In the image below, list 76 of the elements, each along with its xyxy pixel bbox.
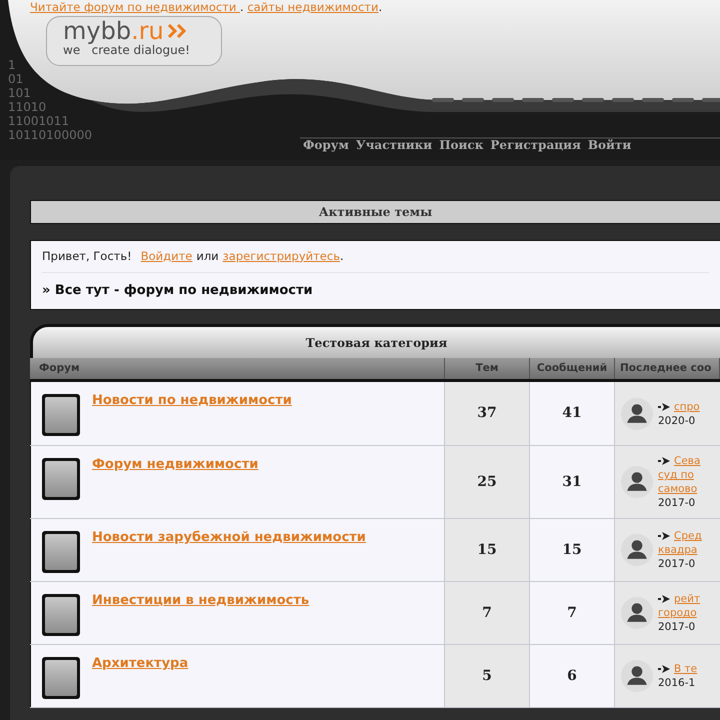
link-end: .: [378, 0, 382, 14]
greeting-text: Привет, Гость!: [42, 248, 132, 265]
column-header: Последнее соо: [615, 358, 720, 379]
topics-count: 37: [445, 382, 530, 445]
nav-link[interactable]: Участники: [356, 136, 432, 154]
or-text: или: [196, 248, 219, 265]
forum-status-icon: [42, 594, 80, 636]
period-text: .: [340, 248, 344, 265]
topics-count: 7: [445, 582, 530, 644]
logo-name: mybb: [63, 19, 132, 43]
binary-text: 10110100000: [8, 128, 92, 142]
topics-count: 5: [445, 645, 530, 707]
topics-count: 15: [445, 519, 530, 581]
column-header: Тем: [445, 358, 530, 379]
forum-status-icon: [42, 531, 80, 573]
logo-accent: .ru: [131, 19, 164, 43]
column-header: Форум: [30, 358, 445, 379]
last-post-link[interactable]: Сева: [674, 454, 700, 468]
forum-link[interactable]: Новости по недвижимости: [92, 393, 292, 409]
avatar-icon: [621, 466, 653, 498]
register-link[interactable]: зарегистрируйтесь: [222, 248, 340, 266]
last-post-link[interactable]: самово: [658, 482, 700, 496]
binary-text: 1: [8, 58, 17, 72]
last-post-link[interactable]: В те: [674, 662, 698, 676]
forum-status-icon: [42, 394, 80, 436]
link-separator: .: [240, 0, 245, 14]
last-post-link[interactable]: городо: [658, 606, 700, 620]
chevrons-icon: [168, 24, 188, 38]
arrow-icon: [658, 664, 670, 674]
posts-count: 6: [530, 645, 615, 707]
forum-status-icon: [42, 458, 80, 500]
forum-link[interactable]: Новости зарубежной недвижимости: [92, 530, 366, 546]
last-post-link[interactable]: квадра: [658, 543, 702, 557]
posts-count: 41: [530, 382, 615, 445]
binary-text: 01: [8, 72, 24, 86]
category-header: Тестовая категория: [30, 324, 720, 358]
last-post-date: 2020-0: [658, 414, 696, 428]
last-post-link[interactable]: рейт: [674, 592, 700, 606]
logo-tagline: we create dialogue!: [63, 43, 191, 57]
arrow-icon: [658, 594, 670, 604]
nav-link[interactable]: Регистрация: [490, 136, 581, 154]
forum-link[interactable]: Форум недвижимости: [92, 457, 258, 473]
avatar-icon: [621, 597, 653, 629]
avatar-icon: [621, 398, 653, 430]
last-post-link[interactable]: спро: [674, 400, 700, 414]
login-link[interactable]: Войдите: [140, 248, 192, 266]
binary-text: 11010: [8, 100, 48, 114]
posts-count: 15: [530, 519, 615, 581]
posts-count: 7: [530, 582, 615, 644]
arrow-icon: [658, 531, 670, 541]
avatar-icon: [621, 534, 653, 566]
logo[interactable]: mybb.ru we create dialogue!: [46, 16, 222, 66]
forum-status-icon: [42, 657, 80, 699]
last-post-date: 2016-1: [658, 676, 696, 690]
last-post-date: 2017-0: [658, 557, 696, 571]
forum-link[interactable]: Инвестиции в недвижимость: [92, 593, 310, 609]
last-post-link[interactable]: Сред: [674, 529, 702, 543]
nav-link[interactable]: Войти: [588, 136, 632, 154]
last-post-date: 2017-0: [658, 496, 696, 510]
last-post-date: 2017-0: [658, 620, 696, 634]
posts-count: 31: [530, 446, 615, 518]
last-post-link[interactable]: суд по: [658, 468, 700, 482]
binary-text: 101: [8, 86, 32, 100]
arrow-icon: [658, 402, 670, 412]
nav-link[interactable]: Поиск: [439, 136, 484, 154]
avatar-icon: [621, 660, 653, 692]
forum-link[interactable]: Архитектура: [92, 656, 188, 672]
top-link[interactable]: Читайте форум по недвижимости: [30, 0, 240, 14]
top-link[interactable]: сайты недвижимости: [247, 0, 378, 14]
nav-link[interactable]: Форум: [303, 136, 349, 154]
active-topics-bar[interactable]: Активные темы: [30, 200, 720, 224]
binary-text: 11001011: [8, 114, 70, 128]
column-header: Сообщений: [530, 358, 615, 379]
topics-count: 25: [445, 446, 530, 518]
board-title: » Все тут - форум по недвижимости: [42, 282, 314, 300]
arrow-icon: [658, 456, 670, 466]
